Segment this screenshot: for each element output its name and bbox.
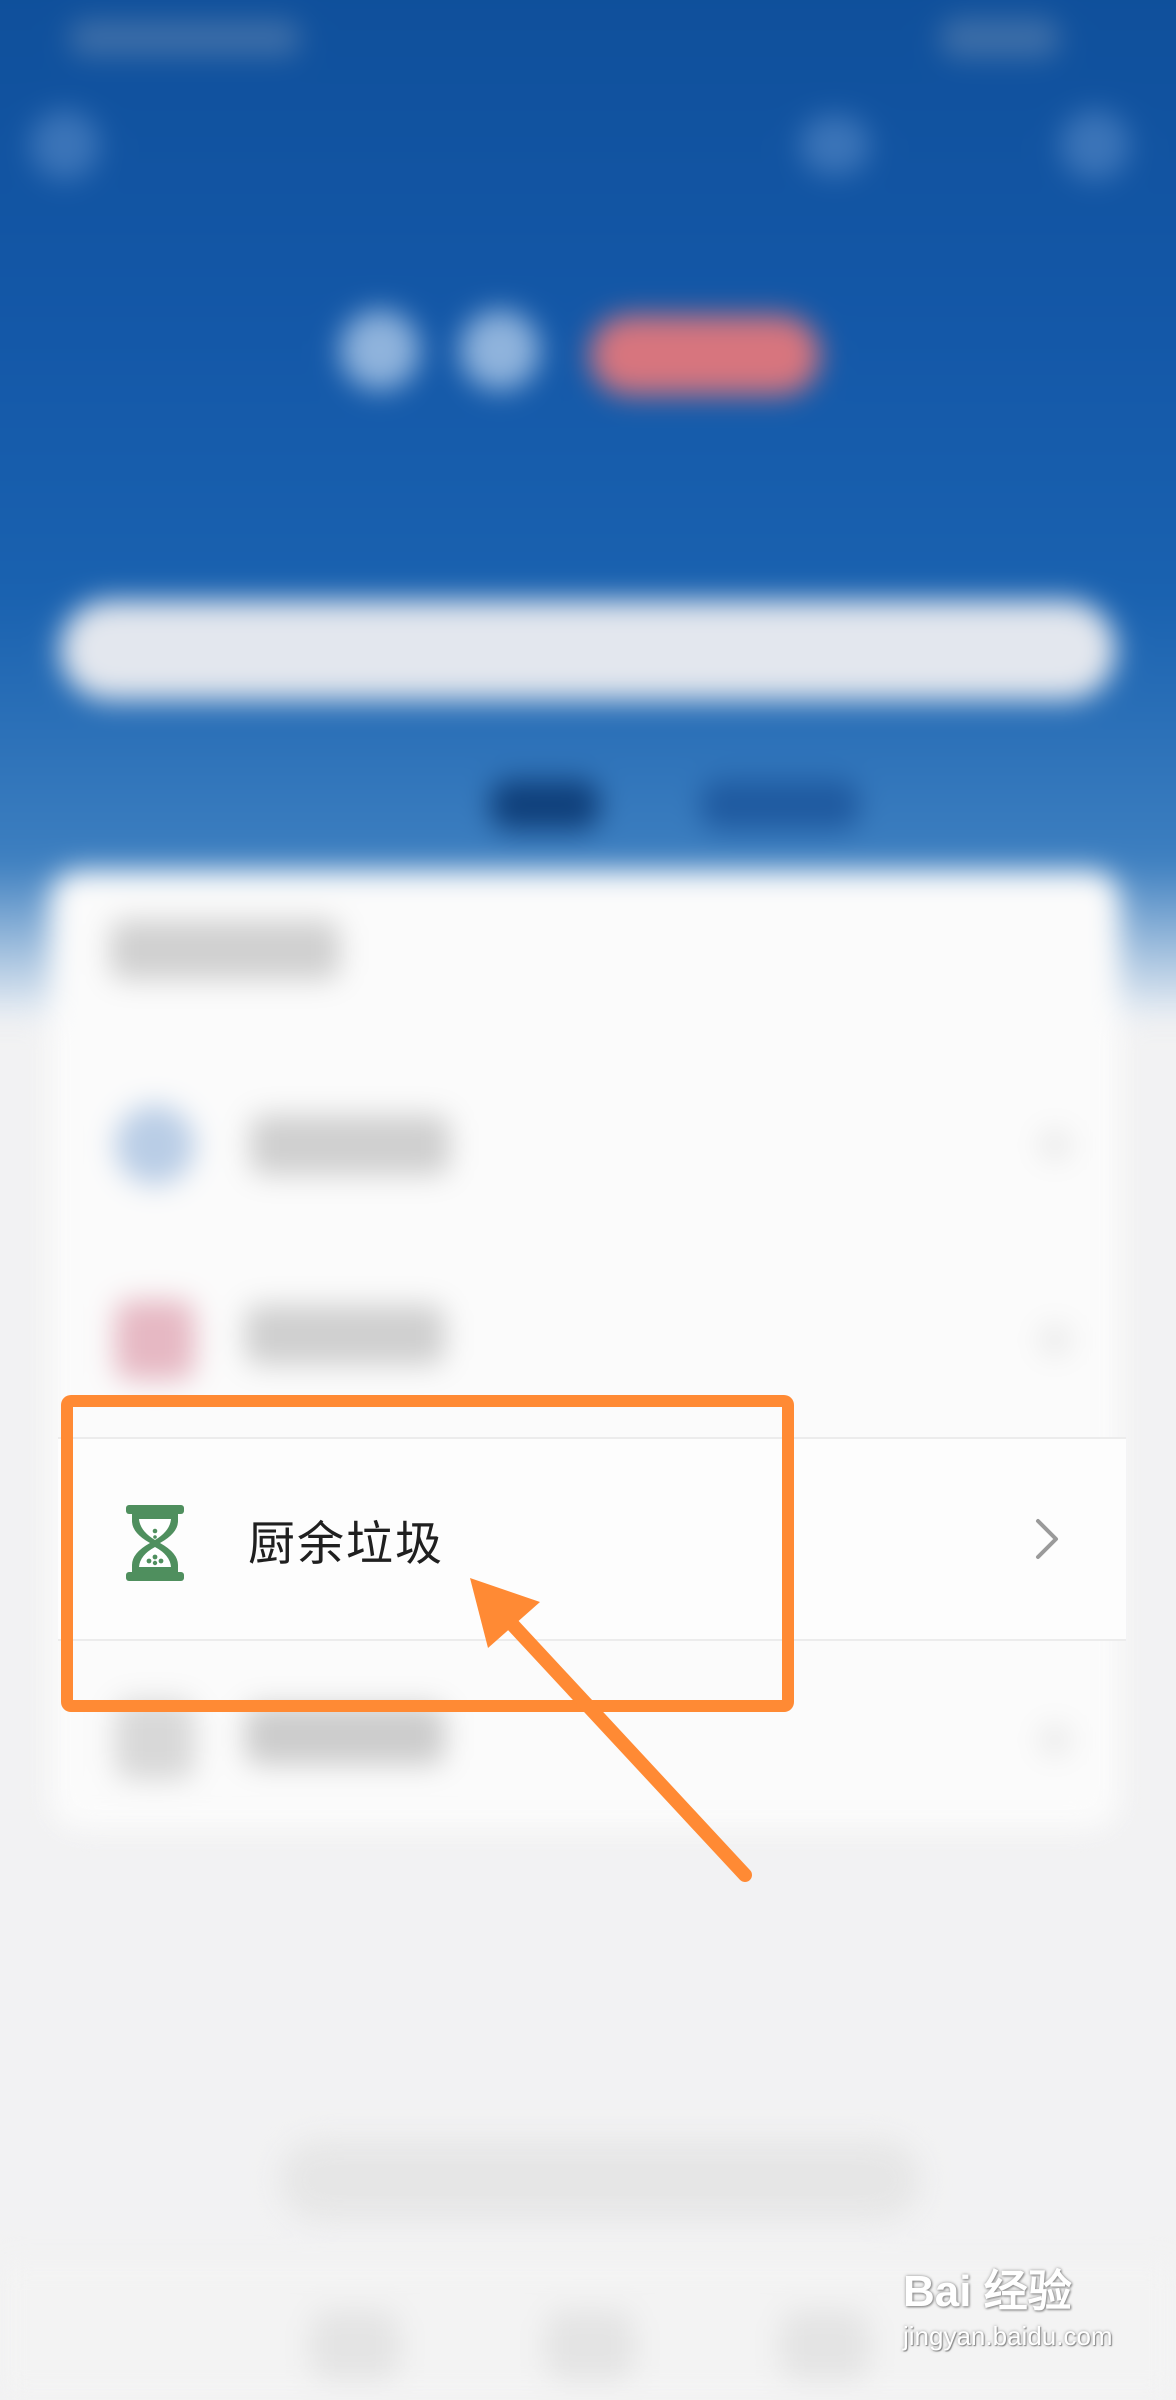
bottom-nav-item-1[interactable] bbox=[310, 2310, 400, 2380]
row1-label[interactable] bbox=[250, 1115, 450, 1175]
row2-chevron-icon bbox=[1040, 1325, 1070, 1355]
header-background bbox=[0, 0, 1176, 1020]
annotation-arrow-icon bbox=[470, 1578, 752, 1882]
row4-chevron-icon bbox=[1040, 1725, 1070, 1755]
row2-icon bbox=[115, 1300, 195, 1380]
bottom-nav-item-3[interactable] bbox=[780, 2310, 870, 2380]
close-icon[interactable] bbox=[1060, 110, 1130, 180]
status-bar bbox=[0, 0, 1176, 70]
chevron-right-icon bbox=[1036, 1519, 1058, 1559]
row2-label[interactable] bbox=[245, 1305, 445, 1365]
row1-icon bbox=[115, 1105, 195, 1185]
more-icon[interactable] bbox=[800, 115, 870, 175]
bottom-action[interactable] bbox=[280, 2140, 920, 2220]
back-icon[interactable] bbox=[30, 110, 100, 180]
baidu-jingyan-watermark: Bai 经验 jingyan.baidu.com bbox=[895, 2225, 1165, 2375]
hero-tag bbox=[590, 315, 820, 395]
watermark-url: jingyan.baidu.com bbox=[903, 2321, 1113, 2351]
tab-2[interactable] bbox=[700, 780, 860, 830]
row4-icon bbox=[115, 1700, 195, 1780]
hero-badge-1 bbox=[340, 310, 420, 390]
bottom-nav-item-2[interactable] bbox=[545, 2310, 635, 2380]
search-input[interactable] bbox=[60, 600, 1116, 700]
status-icons bbox=[940, 18, 1060, 58]
status-time bbox=[70, 20, 300, 56]
tab-1[interactable] bbox=[490, 780, 600, 830]
card-title bbox=[110, 920, 340, 980]
row1-chevron-icon bbox=[1040, 1130, 1070, 1160]
watermark-logo: Bai 经验 bbox=[903, 2267, 1072, 2316]
hero-badge-2 bbox=[460, 310, 540, 390]
row4-label[interactable] bbox=[245, 1705, 445, 1765]
